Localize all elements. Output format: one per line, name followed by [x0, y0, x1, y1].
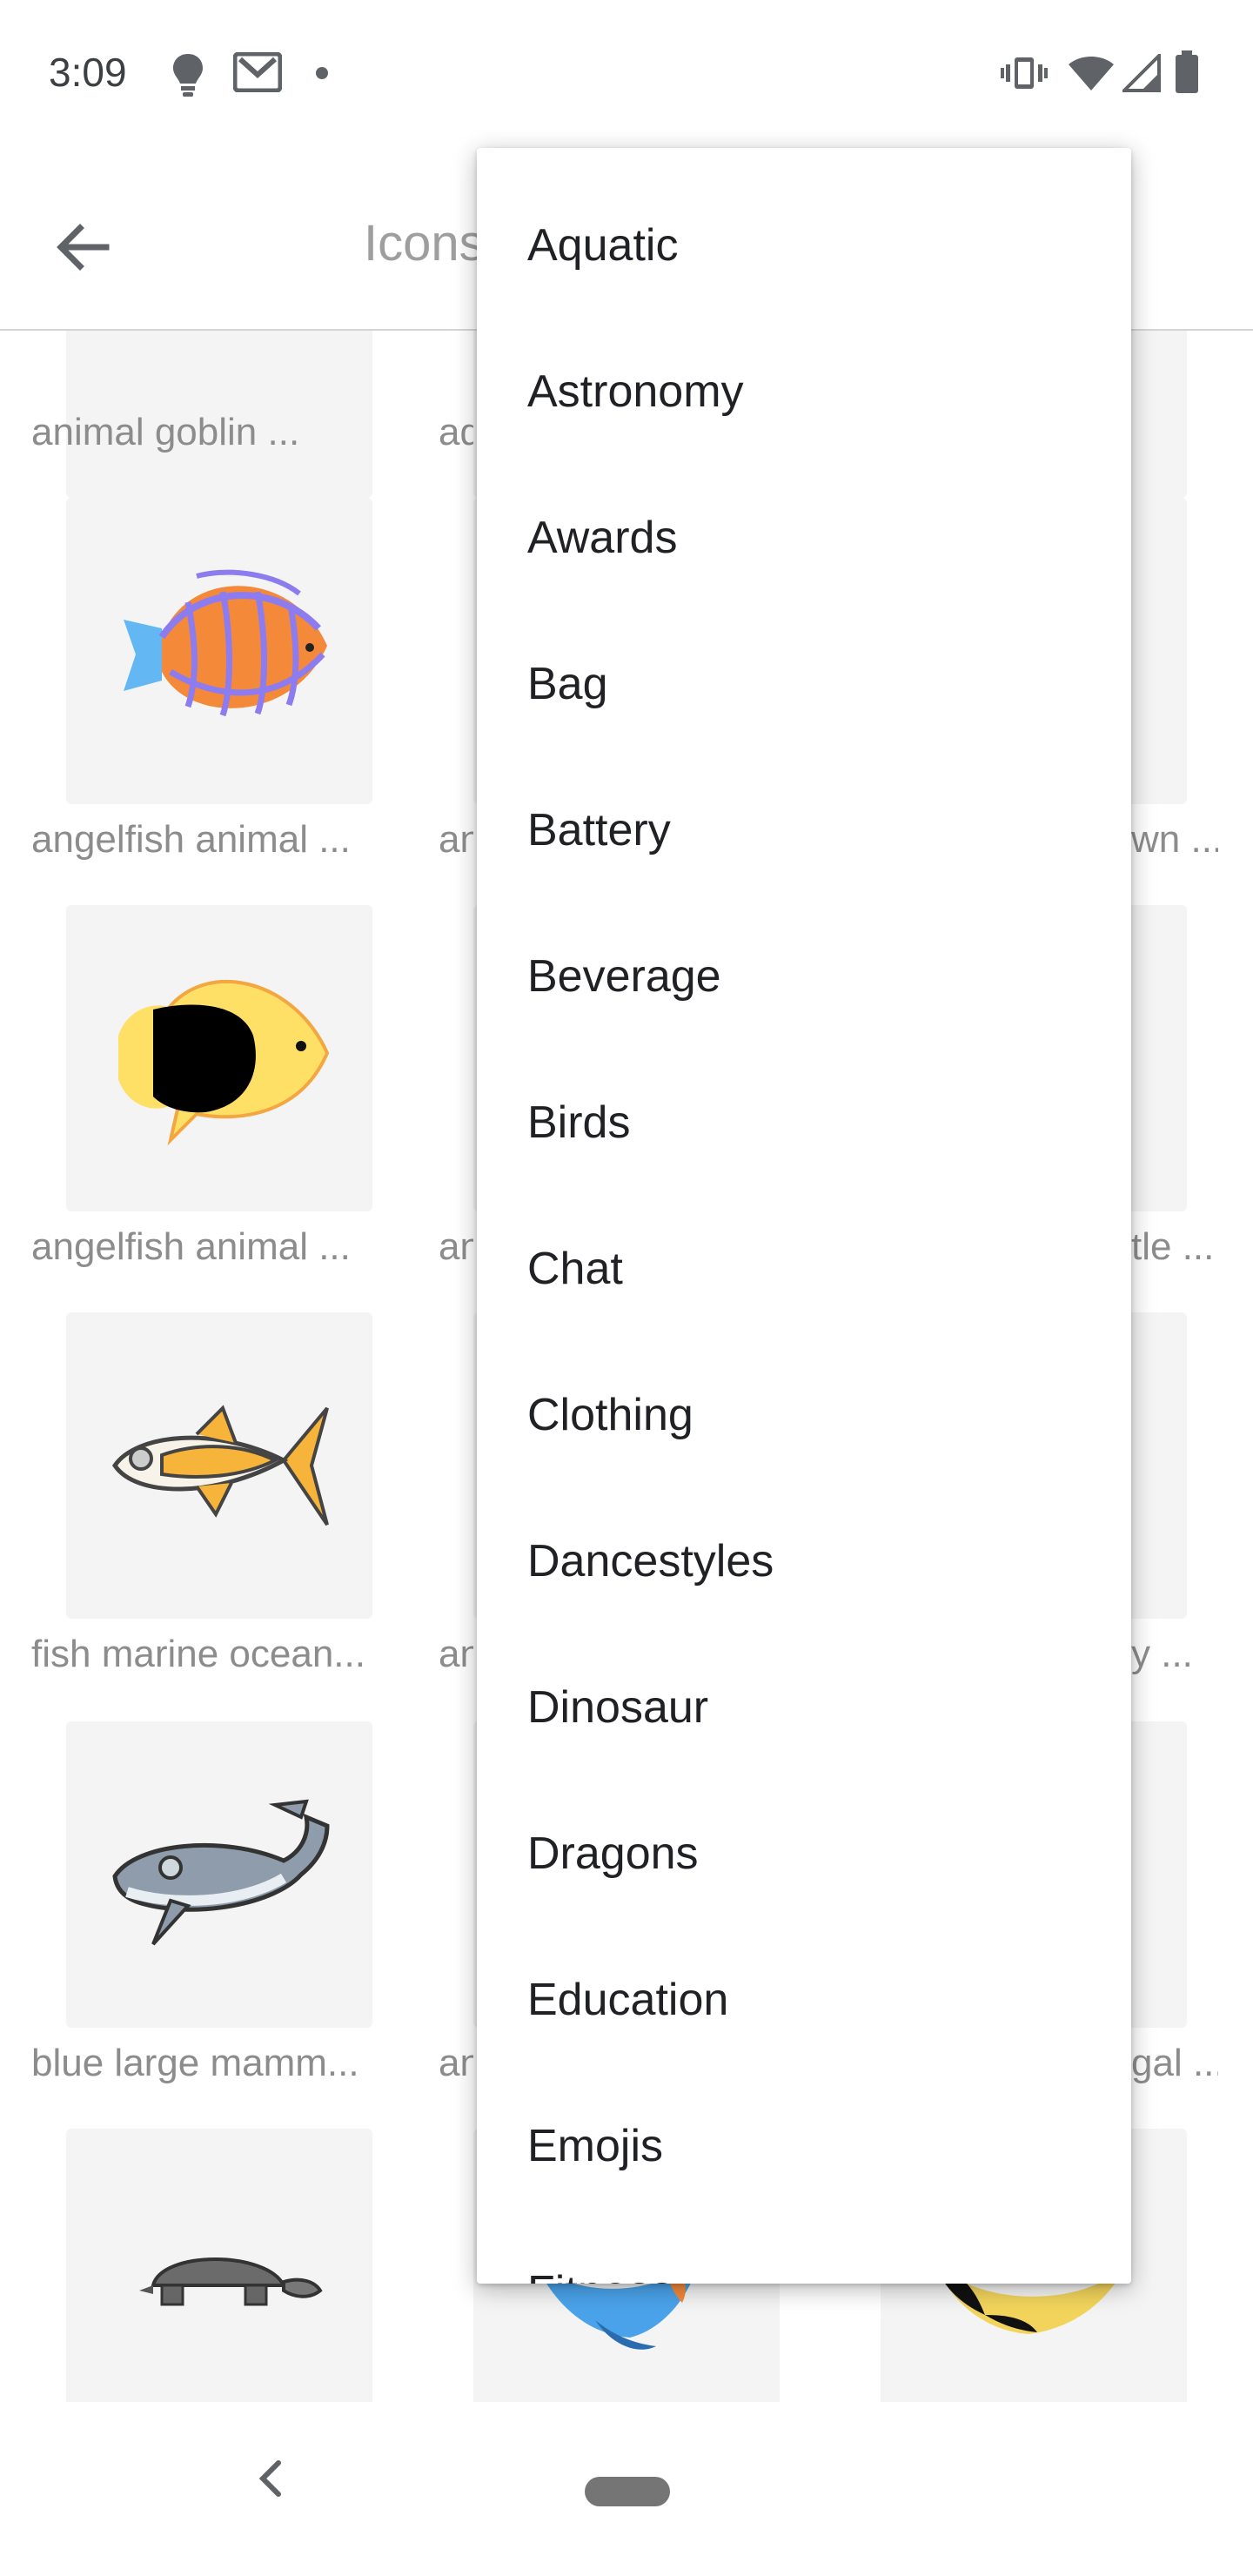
grid-caption: y ... — [1131, 1633, 1193, 1675]
chevron-left-icon — [258, 2460, 281, 2497]
menu-item-label: Bag — [527, 659, 608, 709]
menu-item-emojis[interactable]: Emojis — [477, 2073, 1131, 2219]
menu-item-label: Beverage — [527, 951, 721, 1002]
menu-item-label: Dinosaur — [527, 1682, 709, 1733]
turtle-icon — [139, 2257, 323, 2306]
menu-item-label: Battery — [527, 805, 671, 855]
system-nav-bar — [0, 2402, 1253, 2576]
menu-item-label: Astronomy — [527, 366, 744, 417]
arrow-left-icon — [57, 224, 110, 271]
grid-caption: angelfish animal ... — [31, 818, 351, 861]
dot-icon — [315, 66, 329, 84]
grid-caption: ad — [439, 411, 473, 453]
grid-caption: gal ... — [1131, 2042, 1218, 2084]
vibrate-icon — [1001, 56, 1048, 95]
menu-item-clothing[interactable]: Clothing — [477, 1342, 1131, 1488]
page-title: Icons — [364, 215, 485, 272]
back-button[interactable] — [49, 212, 118, 282]
grid-caption: an — [439, 1225, 473, 1268]
bulb-icon — [171, 52, 205, 102]
menu-item-awards[interactable]: Awards — [477, 465, 1131, 611]
angelfish-blue-orange-icon — [124, 569, 327, 717]
menu-item-label: Chat — [527, 1244, 623, 1294]
grid-caption: wn ... — [1131, 818, 1218, 861]
menu-item-label: Aquatic — [527, 220, 679, 271]
menu-item-label: Emojis — [527, 2121, 664, 2171]
home-pill-icon[interactable] — [585, 2477, 670, 2506]
grid-caption: tle ... — [1131, 1225, 1215, 1268]
grid-tile-fish[interactable] — [66, 1312, 372, 1619]
menu-item-fitness[interactable]: Fitness — [477, 2219, 1131, 2284]
menu-item-label: Dancestyles — [527, 1536, 774, 1587]
menu-item-label: Fitness — [527, 2266, 673, 2284]
grid-tile-whale[interactable] — [66, 1721, 372, 2028]
grid-caption: an — [439, 2042, 473, 2084]
menu-item-dinosaur[interactable]: Dinosaur — [477, 1634, 1131, 1781]
whale-icon — [112, 1799, 330, 1946]
menu-item-label: Clothing — [527, 1390, 694, 1440]
menu-item-dragons[interactable]: Dragons — [477, 1781, 1131, 1927]
menu-item-aquatic[interactable]: Aquatic — [477, 172, 1131, 319]
menu-item-label: Awards — [527, 513, 678, 563]
grid-caption: blue large mamm... — [31, 2042, 359, 2084]
tuna-fish-icon — [111, 1405, 329, 1526]
gmail-icon — [232, 51, 283, 97]
wifi-icon — [1067, 54, 1116, 97]
grid-caption: animal goblin ... — [31, 411, 300, 453]
category-dropdown-menu: Aquatic Astronomy Awards Bag Battery Bev… — [477, 148, 1131, 2284]
grid-caption: an — [439, 1633, 473, 1675]
menu-item-label: Dragons — [527, 1828, 699, 1879]
nav-back-button[interactable] — [252, 2452, 287, 2509]
menu-item-dancestyles[interactable]: Dancestyles — [477, 1488, 1131, 1634]
menu-item-chat[interactable]: Chat — [477, 1196, 1131, 1342]
menu-item-label: Birds — [527, 1097, 631, 1148]
signal-icon — [1120, 51, 1161, 97]
menu-item-bag[interactable]: Bag — [477, 611, 1131, 757]
angelfish-yellow-black-icon — [118, 979, 330, 1146]
status-time: 3:09 — [49, 50, 127, 95]
menu-item-birds[interactable]: Birds — [477, 1050, 1131, 1196]
grid-tile-angelfish[interactable] — [66, 498, 372, 804]
grid-tile-angelfish[interactable] — [66, 905, 372, 1211]
battery-icon — [1175, 50, 1199, 98]
menu-item-astronomy[interactable]: Astronomy — [477, 319, 1131, 465]
status-bar: 3:09 — [0, 0, 1253, 146]
menu-item-education[interactable]: Education — [477, 1927, 1131, 2073]
grid-caption: fish marine ocean... — [31, 1633, 365, 1675]
menu-item-label: Education — [527, 1975, 729, 2025]
grid-caption: an — [439, 818, 473, 861]
menu-item-battery[interactable]: Battery — [477, 757, 1131, 903]
menu-item-beverage[interactable]: Beverage — [477, 903, 1131, 1050]
grid-caption: angelfish animal ... — [31, 1225, 351, 1268]
grid-tile-turtle[interactable] — [66, 2129, 372, 2402]
